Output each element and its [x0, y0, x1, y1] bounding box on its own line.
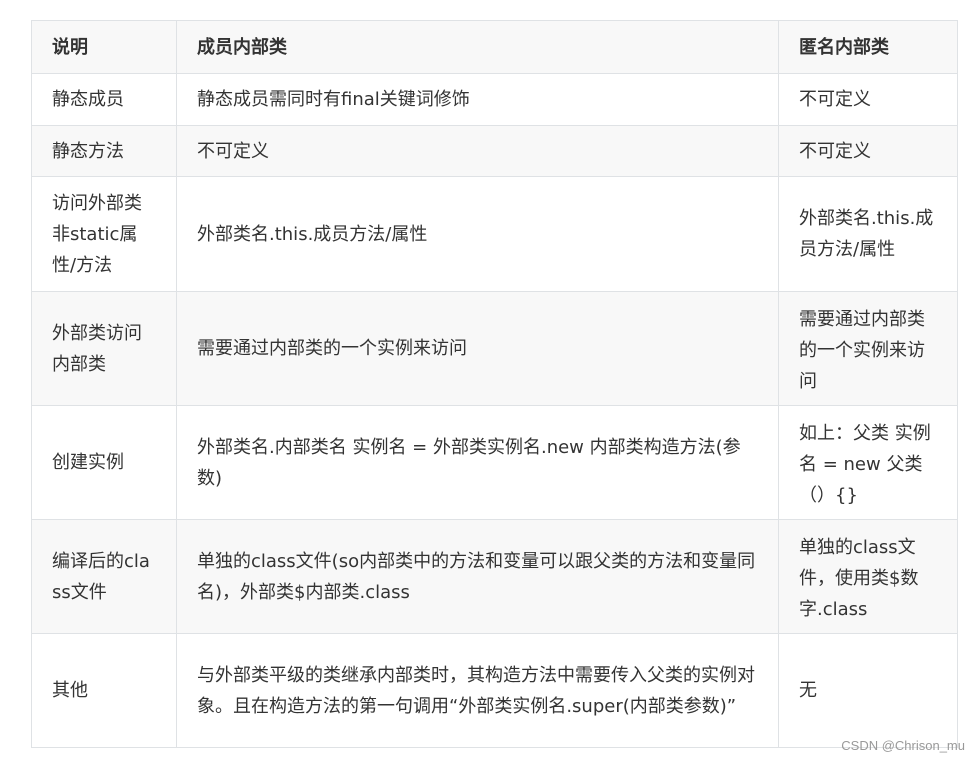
row-label: 创建实例: [31, 405, 177, 520]
table-header-row: 说明 成员内部类 匿名内部类: [31, 20, 958, 74]
row-label: 编译后的class文件: [31, 519, 177, 634]
member-cell: 静态成员需同时有final关键词修饰: [176, 73, 779, 126]
anon-cell: 外部类名.this.成员方法/属性: [778, 176, 958, 292]
member-cell: 需要通过内部类的一个实例来访问: [176, 291, 779, 406]
member-cell: 单独的class文件(so内部类中的方法和变量可以跟父类的方法和变量同名)，外部…: [176, 519, 779, 634]
table-row: 创建实例 外部类名.内部类名 实例名 = 外部类实例名.new 内部类构造方法(…: [31, 405, 958, 520]
table-row: 静态成员 静态成员需同时有final关键词修饰 不可定义: [31, 73, 958, 126]
table-row: 其他 与外部类平级的类继承内部类时，其构造方法中需要传入父类的实例对象。且在构造…: [31, 633, 958, 748]
row-label: 访问外部类非static属性/方法: [31, 176, 177, 292]
header-anonymous-inner-class: 匿名内部类: [778, 20, 958, 74]
header-description: 说明: [31, 20, 177, 74]
table-row: 外部类访问内部类 需要通过内部类的一个实例来访问 需要通过内部类的一个实例来访问: [31, 291, 958, 406]
anon-cell: 如上：父类 实例名 = new 父类（）{}: [778, 405, 958, 520]
member-cell: 不可定义: [176, 125, 779, 177]
anon-cell: 不可定义: [778, 73, 958, 126]
comparison-table: 说明 成员内部类 匿名内部类 静态成员 静态成员需同时有final关键词修饰 不…: [31, 20, 958, 748]
anon-cell: 需要通过内部类的一个实例来访问: [778, 291, 958, 406]
header-member-inner-class: 成员内部类: [176, 20, 779, 74]
table-row: 编译后的class文件 单独的class文件(so内部类中的方法和变量可以跟父类…: [31, 519, 958, 634]
anon-cell: 单独的class文件，使用类$数字.class: [778, 519, 958, 634]
row-label: 静态成员: [31, 73, 177, 126]
watermark: CSDN @Chrison_mu: [841, 738, 965, 753]
member-cell: 外部类名.内部类名 实例名 = 外部类实例名.new 内部类构造方法(参数): [176, 405, 779, 520]
anon-cell: 无: [778, 633, 958, 748]
anon-cell: 不可定义: [778, 125, 958, 177]
table-row: 静态方法 不可定义 不可定义: [31, 125, 958, 177]
member-cell: 外部类名.this.成员方法/属性: [176, 176, 779, 292]
table-row: 访问外部类非static属性/方法 外部类名.this.成员方法/属性 外部类名…: [31, 176, 958, 292]
row-label: 其他: [31, 633, 177, 748]
row-label: 外部类访问内部类: [31, 291, 177, 406]
row-label: 静态方法: [31, 125, 177, 177]
member-cell: 与外部类平级的类继承内部类时，其构造方法中需要传入父类的实例对象。且在构造方法的…: [176, 633, 779, 748]
